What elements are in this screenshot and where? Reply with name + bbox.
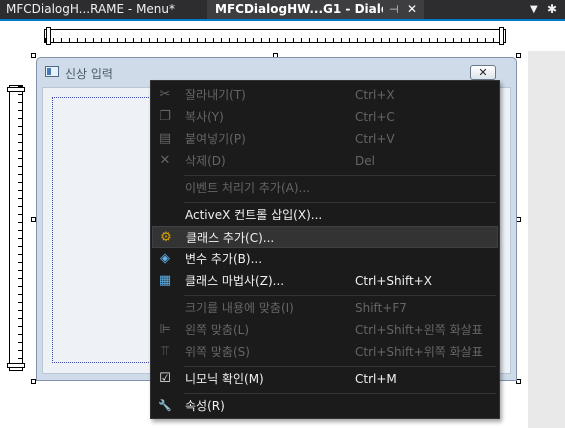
menu-item-label: 크기를 내용에 맞춤(I) [185,301,294,315]
menu-item-label: 클래스 마법사(Z)... [185,274,285,288]
copy-icon: ❐ [159,109,171,124]
dialog-window-icon [45,66,59,77]
add-variable-icon: ◈ [160,251,170,266]
menu-item-check-mnemonics[interactable]: ☑ 니모닉 확인(M) Ctrl+M [152,368,498,390]
tab-menu-resource-label: MFCDialogH...RAME - Menu* [6,2,176,16]
close-icon[interactable]: ✕ [407,0,417,19]
menu-item-shortcut: Shift+F7 [355,301,407,315]
designer-right-margin [528,51,565,428]
menu-item-label: 니모닉 확인(M) [185,372,264,386]
pin-icon[interactable]: ⊣ [389,0,399,19]
menu-item-insert-activex[interactable]: ActiveX 컨트롤 삽입(X)... [152,204,498,226]
checkbox-icon: ☑ [159,371,171,386]
menu-item-label: 복사(Y) [185,110,224,124]
menu-item-label: ActiveX 컨트롤 삽입(X)... [185,208,323,222]
menu-item-class-wizard[interactable]: ▦ 클래스 마법사(Z)... Ctrl+Shift+X [152,270,498,292]
menu-separator [184,366,496,367]
menu-item-add-event-handler[interactable]: 이벤트 처리기 추가(A)... [152,177,498,199]
scissors-icon: ✂ [159,87,171,102]
close-icon: ✕ [478,66,488,79]
menu-item-copy[interactable]: ❐ 복사(Y) Ctrl+C [152,106,498,128]
paste-icon: ▤ [158,131,172,146]
tab-dialog-resource-label: MFCDialogHW...G1 - Dialog* [215,2,383,16]
align-top-icon: ⫪ [161,344,169,359]
menu-separator [184,175,496,176]
ruler-guide-marker[interactable] [499,27,504,45]
menu-item-label: 잘라내기(T) [185,88,246,102]
dialog-selection-outline [52,97,151,363]
menu-item-label: 붙여넣기(P) [185,132,246,146]
chevron-down-icon[interactable]: ▼ [530,0,538,19]
menu-item-label: 클래스 추가(C)... [186,231,275,245]
menu-item-shortcut: Ctrl+Shift+위쪽 화살표 [355,345,483,359]
menu-item-shortcut: Ctrl+X [355,88,395,102]
menu-item-label: 변수 추가(B)... [185,252,263,266]
dialog-close-button[interactable]: ✕ [470,65,496,80]
menu-item-shortcut: Del [355,154,375,168]
class-wizard-icon: ▦ [158,273,172,288]
menu-item-shortcut: Ctrl+Shift+왼쪽 화살표 [355,323,483,337]
menu-item-size-to-content[interactable]: 크기를 내용에 맞춤(I) Shift+F7 [152,297,498,319]
menu-item-align-top[interactable]: ⫪ 위쪽 맞춤(S) Ctrl+Shift+위쪽 화살표 [152,341,498,363]
ruler-guide-marker[interactable] [7,87,25,92]
resize-handle[interactable] [516,53,521,58]
menu-item-label: 속성(R) [185,399,225,413]
horizontal-ruler[interactable] [44,29,506,43]
ruler-guide-marker[interactable] [7,363,25,368]
gear-icon[interactable]: ✱ [547,0,557,19]
menu-separator [184,393,496,394]
align-left-icon: ⊫ [159,322,171,337]
dialog-title: 신상 입력 [65,67,113,81]
document-tab-strip: MFCDialogH...RAME - Menu* MFCDialogHW...… [0,0,565,19]
menu-item-paste[interactable]: ▤ 붙여넣기(P) Ctrl+V [152,128,498,150]
menu-separator [184,202,496,203]
menu-item-cut[interactable]: ✂ 잘라내기(T) Ctrl+X [152,84,498,106]
menu-item-delete[interactable]: ✕ 삭제(D) Del [152,150,498,172]
menu-item-label: 왼쪽 맞춤(L) [185,323,250,337]
menu-separator [184,295,496,296]
context-menu: ✂ 잘라내기(T) Ctrl+X ❐ 복사(Y) Ctrl+C ▤ 붙여넣기(P… [150,80,500,419]
delete-icon: ✕ [159,153,171,168]
menu-item-label: 위쪽 맞춤(S) [185,345,250,359]
ruler-guide-marker[interactable] [46,27,51,45]
wrench-icon: 🔧 [158,399,172,412]
add-class-icon: ⚙ [160,230,172,245]
menu-item-add-variable[interactable]: ◈ 변수 추가(B)... [152,248,498,270]
menu-item-shortcut: Ctrl+Shift+X [355,274,432,288]
menu-item-label: 삭제(D) [185,154,226,168]
resize-handle[interactable] [31,53,36,58]
menu-item-properties[interactable]: 🔧 속성(R) [152,395,498,417]
vertical-ruler[interactable] [9,85,23,371]
menu-item-label: 이벤트 처리기 추가(A)... [185,181,310,195]
menu-item-shortcut: Ctrl+M [355,372,397,386]
menu-item-add-class[interactable]: ⚙ 클래스 추가(C)... [152,226,498,248]
tab-dialog-resource[interactable]: MFCDialogHW...G1 - Dialog* ⊣ ✕ [207,0,424,19]
menu-item-shortcut: Ctrl+C [355,110,395,124]
menu-item-align-left[interactable]: ⊫ 왼쪽 맞춤(L) Ctrl+Shift+왼쪽 화살표 [152,319,498,341]
menu-item-shortcut: Ctrl+V [355,132,395,146]
tab-menu-resource[interactable]: MFCDialogH...RAME - Menu* [0,0,205,19]
